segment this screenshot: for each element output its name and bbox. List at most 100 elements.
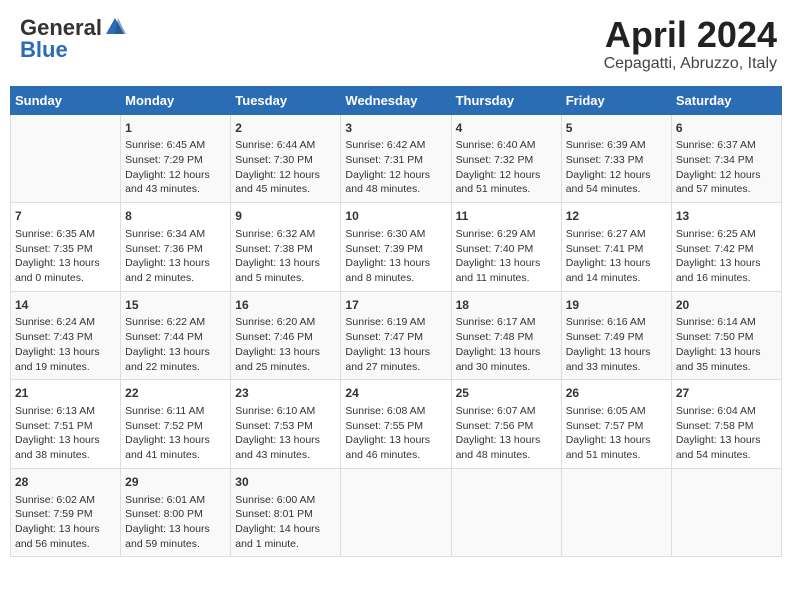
calendar-cell (341, 468, 451, 557)
calendar-cell: 24Sunrise: 6:08 AMSunset: 7:55 PMDayligh… (341, 380, 451, 469)
week-row-4: 21 Sunrise: 6:13 AMSunset: 7:51 PMDayligh… (11, 380, 782, 469)
calendar-cell: 25 Sunrise: 6:07 AMSunset: 7:56 PMDayligh… (451, 380, 561, 469)
day-info: Sunrise: 6:40 AMSunset: 7:32 PMDaylight:… (456, 138, 557, 197)
day-number: 5 (566, 120, 667, 137)
calendar-cell: 26Sunrise: 6:05 AMSunset: 7:57 PMDayligh… (561, 380, 671, 469)
day-info: Sunrise: 6:22 AMSunset: 7:44 PMDaylight:… (125, 315, 226, 374)
header-row: SundayMondayTuesdayWednesdayThursdayFrid… (11, 86, 782, 114)
header-cell-monday: Monday (121, 86, 231, 114)
calendar-cell: 1Sunrise: 6:45 AMSunset: 7:29 PMDaylight… (121, 114, 231, 203)
day-info: Sunrise: 6:04 AMSunset: 7:58 PMDaylight:… (676, 404, 777, 463)
calendar-cell: 8 Sunrise: 6:34 AMSunset: 7:36 PMDaylight… (121, 203, 231, 292)
calendar-cell: 13 Sunrise: 6:25 AMSunset: 7:42 PMDayligh… (671, 203, 781, 292)
day-info: Sunrise: 6:25 AMSunset: 7:42 PMDaylight:… (676, 227, 777, 286)
day-info: Sunrise: 6:11 AMSunset: 7:52 PMDaylight:… (125, 404, 226, 463)
day-info: Sunrise: 6:07 AMSunset: 7:56 PMDaylight:… (456, 404, 557, 463)
calendar-cell: 6Sunrise: 6:37 AMSunset: 7:34 PMDaylight… (671, 114, 781, 203)
header-cell-thursday: Thursday (451, 86, 561, 114)
day-info: Sunrise: 6:30 AMSunset: 7:39 PMDaylight:… (345, 227, 446, 286)
day-number: 8 (125, 208, 226, 225)
day-number: 1 (125, 120, 226, 137)
day-info: Sunrise: 6:29 AMSunset: 7:40 PMDaylight:… (456, 227, 557, 286)
calendar-subtitle: Cepagatti, Abruzzo, Italy (604, 55, 777, 73)
day-info: Sunrise: 6:02 AMSunset: 7:59 PMDaylight:… (15, 493, 116, 552)
week-row-3: 14Sunrise: 6:24 AMSunset: 7:43 PMDayligh… (11, 291, 782, 380)
calendar-header: SundayMondayTuesdayWednesdayThursdayFrid… (11, 86, 782, 114)
day-info: Sunrise: 6:24 AMSunset: 7:43 PMDaylight:… (15, 315, 116, 374)
day-info: Sunrise: 6:10 AMSunset: 7:53 PMDaylight:… (235, 404, 336, 463)
calendar-cell (451, 468, 561, 557)
calendar-body: 1Sunrise: 6:45 AMSunset: 7:29 PMDaylight… (11, 114, 782, 557)
week-row-2: 7 Sunrise: 6:35 AMSunset: 7:35 PMDaylight… (11, 203, 782, 292)
calendar-cell: 28 Sunrise: 6:02 AMSunset: 7:59 PMDayligh… (11, 468, 121, 557)
calendar-cell: 12Sunrise: 6:27 AMSunset: 7:41 PMDayligh… (561, 203, 671, 292)
calendar-cell: 15Sunrise: 6:22 AMSunset: 7:44 PMDayligh… (121, 291, 231, 380)
day-number: 15 (125, 297, 226, 314)
day-info: Sunrise: 6:35 AMSunset: 7:35 PMDaylight:… (15, 227, 116, 286)
day-number: 10 (345, 208, 446, 225)
calendar-cell: 5Sunrise: 6:39 AMSunset: 7:33 PMDaylight… (561, 114, 671, 203)
day-info: Sunrise: 6:34 AMSunset: 7:36 PMDaylight:… (125, 227, 226, 286)
calendar-cell: 27 Sunrise: 6:04 AMSunset: 7:58 PMDayligh… (671, 380, 781, 469)
calendar-cell: 9 Sunrise: 6:32 AMSunset: 7:38 PMDaylight… (231, 203, 341, 292)
day-number: 12 (566, 208, 667, 225)
calendar-table: SundayMondayTuesdayWednesdayThursdayFrid… (10, 86, 782, 558)
calendar-cell: 23 Sunrise: 6:10 AMSunset: 7:53 PMDayligh… (231, 380, 341, 469)
day-number: 28 (15, 474, 116, 491)
week-row-5: 28 Sunrise: 6:02 AMSunset: 7:59 PMDayligh… (11, 468, 782, 557)
day-info: Sunrise: 6:39 AMSunset: 7:33 PMDaylight:… (566, 138, 667, 197)
day-info: Sunrise: 6:14 AMSunset: 7:50 PMDaylight:… (676, 315, 777, 374)
calendar-cell (671, 468, 781, 557)
calendar-cell: 7 Sunrise: 6:35 AMSunset: 7:35 PMDaylight… (11, 203, 121, 292)
day-number: 7 (15, 208, 116, 225)
day-number: 18 (456, 297, 557, 314)
logo-icon (104, 16, 126, 38)
day-info: Sunrise: 6:37 AMSunset: 7:34 PMDaylight:… (676, 138, 777, 197)
day-info: Sunrise: 6:16 AMSunset: 7:49 PMDaylight:… (566, 315, 667, 374)
day-info: Sunrise: 6:00 AMSunset: 8:01 PMDaylight:… (235, 493, 336, 552)
day-number: 22 (125, 385, 226, 402)
day-number: 13 (676, 208, 777, 225)
calendar-cell: 2Sunrise: 6:44 AMSunset: 7:30 PMDaylight… (231, 114, 341, 203)
day-number: 11 (456, 208, 557, 225)
day-info: Sunrise: 6:32 AMSunset: 7:38 PMDaylight:… (235, 227, 336, 286)
day-number: 26 (566, 385, 667, 402)
day-number: 6 (676, 120, 777, 137)
day-number: 17 (345, 297, 446, 314)
calendar-cell: 4Sunrise: 6:40 AMSunset: 7:32 PMDaylight… (451, 114, 561, 203)
header-cell-friday: Friday (561, 86, 671, 114)
page-header: General Blue April 2024 Cepagatti, Abruz… (10, 10, 782, 78)
header-cell-saturday: Saturday (671, 86, 781, 114)
header-cell-wednesday: Wednesday (341, 86, 451, 114)
calendar-cell: 10 Sunrise: 6:30 AMSunset: 7:39 PMDayligh… (341, 203, 451, 292)
day-info: Sunrise: 6:19 AMSunset: 7:47 PMDaylight:… (345, 315, 446, 374)
calendar-title: April 2024 (604, 15, 777, 55)
header-cell-sunday: Sunday (11, 86, 121, 114)
day-info: Sunrise: 6:13 AMSunset: 7:51 PMDaylight:… (15, 404, 116, 463)
day-info: Sunrise: 6:45 AMSunset: 7:29 PMDaylight:… (125, 138, 226, 197)
calendar-cell: 18Sunrise: 6:17 AMSunset: 7:48 PMDayligh… (451, 291, 561, 380)
day-number: 30 (235, 474, 336, 491)
day-number: 23 (235, 385, 336, 402)
day-number: 14 (15, 297, 116, 314)
day-number: 25 (456, 385, 557, 402)
logo-blue-text: Blue (20, 37, 68, 63)
calendar-cell (11, 114, 121, 203)
day-number: 29 (125, 474, 226, 491)
week-row-1: 1Sunrise: 6:45 AMSunset: 7:29 PMDaylight… (11, 114, 782, 203)
day-number: 27 (676, 385, 777, 402)
day-info: Sunrise: 6:20 AMSunset: 7:46 PMDaylight:… (235, 315, 336, 374)
day-number: 3 (345, 120, 446, 137)
calendar-cell: 16Sunrise: 6:20 AMSunset: 7:46 PMDayligh… (231, 291, 341, 380)
calendar-cell: 22 Sunrise: 6:11 AMSunset: 7:52 PMDayligh… (121, 380, 231, 469)
day-info: Sunrise: 6:42 AMSunset: 7:31 PMDaylight:… (345, 138, 446, 197)
day-number: 16 (235, 297, 336, 314)
calendar-cell: 19Sunrise: 6:16 AMSunset: 7:49 PMDayligh… (561, 291, 671, 380)
day-info: Sunrise: 6:17 AMSunset: 7:48 PMDaylight:… (456, 315, 557, 374)
calendar-cell: 11 Sunrise: 6:29 AMSunset: 7:40 PMDayligh… (451, 203, 561, 292)
calendar-cell: 29Sunrise: 6:01 AMSunset: 8:00 PMDayligh… (121, 468, 231, 557)
day-number: 9 (235, 208, 336, 225)
day-number: 21 (15, 385, 116, 402)
calendar-cell: 21 Sunrise: 6:13 AMSunset: 7:51 PMDayligh… (11, 380, 121, 469)
header-cell-tuesday: Tuesday (231, 86, 341, 114)
